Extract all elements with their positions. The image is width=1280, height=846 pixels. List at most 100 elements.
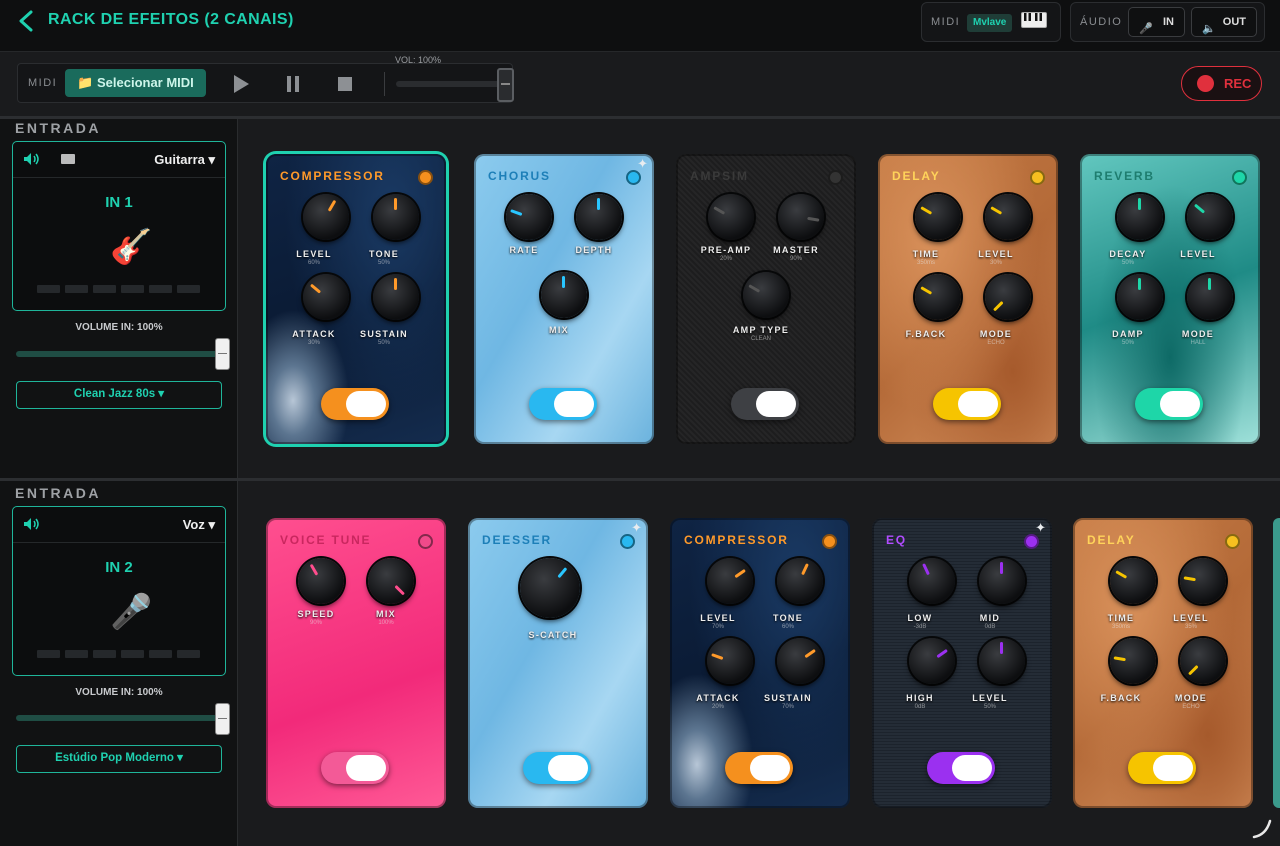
speaker-icon[interactable] bbox=[23, 152, 41, 166]
channel-1-preset-select[interactable]: Clean Jazz 80s ▾ bbox=[16, 381, 222, 409]
knob-value: 350ms bbox=[1111, 624, 1130, 630]
knob-mode[interactable] bbox=[1180, 638, 1226, 684]
knob-value: -3dB bbox=[913, 624, 927, 630]
keyboard-icon[interactable] bbox=[1021, 12, 1047, 28]
bypass-toggle[interactable] bbox=[731, 388, 799, 420]
knob-level[interactable] bbox=[979, 638, 1025, 684]
bypass-toggle[interactable] bbox=[725, 752, 793, 784]
sparkle-icon: ✦ bbox=[637, 156, 648, 171]
knob-damp[interactable] bbox=[1117, 274, 1163, 320]
knob-decay[interactable] bbox=[1117, 194, 1163, 240]
play-icon[interactable] bbox=[230, 73, 252, 95]
knob-master[interactable] bbox=[778, 194, 824, 240]
knob-mid[interactable] bbox=[979, 558, 1025, 604]
knob-mix[interactable] bbox=[368, 558, 414, 604]
knob-mix[interactable] bbox=[541, 272, 587, 318]
bypass-toggle[interactable] bbox=[1135, 388, 1203, 420]
next-pedal-edge bbox=[1273, 518, 1280, 808]
pedal-name: AMPSIM bbox=[690, 169, 749, 183]
channel-2-preset-select[interactable]: Estúdio Pop Moderno ▾ bbox=[16, 745, 222, 773]
knob-attack[interactable] bbox=[707, 638, 753, 684]
bypass-toggle[interactable] bbox=[523, 752, 591, 784]
bypass-toggle[interactable] bbox=[529, 388, 597, 420]
knob-level[interactable] bbox=[1180, 558, 1226, 604]
audio-in-label: IN bbox=[1163, 16, 1174, 28]
pedal-delay[interactable]: DELAY TIME 350ms LEVEL 30% F.BACK MODE ECHO bbox=[878, 154, 1058, 444]
channel-2-volume-slider[interactable] bbox=[16, 715, 222, 721]
pedal-chorus[interactable]: CHORUS ✦ RATE DEPTH MIX bbox=[474, 154, 654, 444]
knob-tone[interactable] bbox=[777, 558, 823, 604]
knob-high[interactable] bbox=[909, 638, 955, 684]
knob-sustain[interactable] bbox=[373, 274, 419, 320]
knob-depth[interactable] bbox=[576, 194, 622, 240]
knob-value: 60% bbox=[781, 624, 794, 630]
knob-attack[interactable] bbox=[303, 274, 349, 320]
bypass-toggle[interactable] bbox=[321, 752, 389, 784]
knob-low[interactable] bbox=[909, 558, 955, 604]
knob-value: 30% bbox=[989, 260, 1002, 266]
resize-handle-icon[interactable] bbox=[1250, 815, 1276, 841]
master-volume-thumb[interactable] bbox=[497, 68, 514, 102]
knob-amp-type[interactable] bbox=[743, 272, 789, 318]
bypass-toggle[interactable] bbox=[927, 752, 995, 784]
pedal-delay[interactable]: DELAY TIME 350ms LEVEL 35% F.BACK MODE ECHO bbox=[1073, 518, 1253, 808]
knob-mode[interactable] bbox=[985, 274, 1031, 320]
pedal-voice-tune[interactable]: VOICE TUNE SPEED 90% MIX 100% bbox=[266, 518, 446, 808]
pedal-deesser[interactable]: DEESSER ✦ S-CATCH bbox=[468, 518, 648, 808]
transport-midi-label: MIDI bbox=[28, 77, 58, 89]
pedal-reverb[interactable]: REVERB DECAY 50% LEVEL DAMP 50% MODE HALL bbox=[1080, 154, 1260, 444]
level-meter bbox=[37, 650, 203, 658]
knob-sustain[interactable] bbox=[777, 638, 823, 684]
pedal-compressor[interactable]: COMPRESSOR LEVEL 70% TONE 60% ATTACK 20% SUSTAI… bbox=[670, 518, 850, 808]
monitor-icon[interactable] bbox=[61, 154, 75, 164]
channel-2-volume-label: VOLUME IN: 100% bbox=[75, 687, 163, 698]
audio-in-button[interactable]: 🎤 IN bbox=[1128, 7, 1185, 37]
knob-time[interactable] bbox=[915, 194, 961, 240]
knob-pre-amp[interactable] bbox=[708, 194, 754, 240]
knob-f-back[interactable] bbox=[915, 274, 961, 320]
select-midi-button[interactable]: 📁 Selecionar MIDI bbox=[65, 69, 206, 97]
pedal-compressor[interactable]: COMPRESSOR LEVEL 60% TONE 50% ATTACK 30% SUSTAI… bbox=[266, 154, 446, 444]
instrument-select[interactable]: Voz ▾ bbox=[183, 517, 215, 533]
pedal-eq[interactable]: EQ ✦ LOW -3dB MID 0dB HIGH 0dB LEVEL 50% bbox=[872, 518, 1052, 808]
bypass-toggle[interactable] bbox=[933, 388, 1001, 420]
knob-label: LEVEL bbox=[978, 249, 1014, 259]
knob-time[interactable] bbox=[1110, 558, 1156, 604]
knob-mode[interactable] bbox=[1187, 274, 1233, 320]
audio-out-button[interactable]: 🔈 OUT bbox=[1191, 7, 1257, 37]
knob-f-back[interactable] bbox=[1110, 638, 1156, 684]
knob-label: LEVEL bbox=[972, 693, 1008, 703]
top-bar: RACK DE EFEITOS (2 CANAIS) MIDI Mvlave Á… bbox=[0, 0, 1280, 52]
stop-icon[interactable] bbox=[334, 73, 356, 95]
knob-level[interactable] bbox=[1187, 194, 1233, 240]
channel-1-volume-thumb[interactable] bbox=[215, 338, 230, 370]
knob-s-catch[interactable] bbox=[520, 558, 580, 618]
pedal-name: DELAY bbox=[1087, 533, 1136, 547]
pedal-name: REVERB bbox=[1094, 169, 1155, 183]
channel-2-volume-thumb[interactable] bbox=[215, 703, 230, 735]
instrument-select[interactable]: Guitarra ▾ bbox=[154, 152, 215, 168]
knob-tone[interactable] bbox=[373, 194, 419, 240]
midi-device-badge[interactable]: Mvlave bbox=[967, 14, 1013, 32]
pedal-led-icon bbox=[418, 170, 433, 185]
channel-1-volume-slider[interactable] bbox=[16, 351, 222, 357]
knob-level[interactable] bbox=[707, 558, 753, 604]
knob-level[interactable] bbox=[985, 194, 1031, 240]
knob-rate[interactable] bbox=[506, 194, 552, 240]
bypass-toggle[interactable] bbox=[1128, 752, 1196, 784]
knob-value: 20% bbox=[711, 704, 724, 710]
back-arrow-icon[interactable] bbox=[16, 9, 38, 33]
knob-label: MIX bbox=[549, 325, 569, 335]
bypass-toggle[interactable] bbox=[321, 388, 389, 420]
knob-value: ECHO bbox=[1182, 704, 1200, 710]
knob-speed[interactable] bbox=[298, 558, 344, 604]
record-button[interactable]: REC bbox=[1181, 66, 1262, 101]
master-volume-slider[interactable] bbox=[396, 81, 504, 87]
knob-value: HALL bbox=[1190, 340, 1206, 346]
pedal-ampsim[interactable]: AMPSIM PRE-AMP 20% MASTER 90% AMP TYPE CLEAN bbox=[676, 154, 856, 444]
speaker-icon[interactable] bbox=[23, 517, 41, 531]
pedal-name: DEESSER bbox=[482, 533, 552, 547]
pause-icon[interactable] bbox=[282, 73, 304, 95]
knob-level[interactable] bbox=[303, 194, 349, 240]
knob-label: TIME bbox=[1107, 613, 1135, 623]
